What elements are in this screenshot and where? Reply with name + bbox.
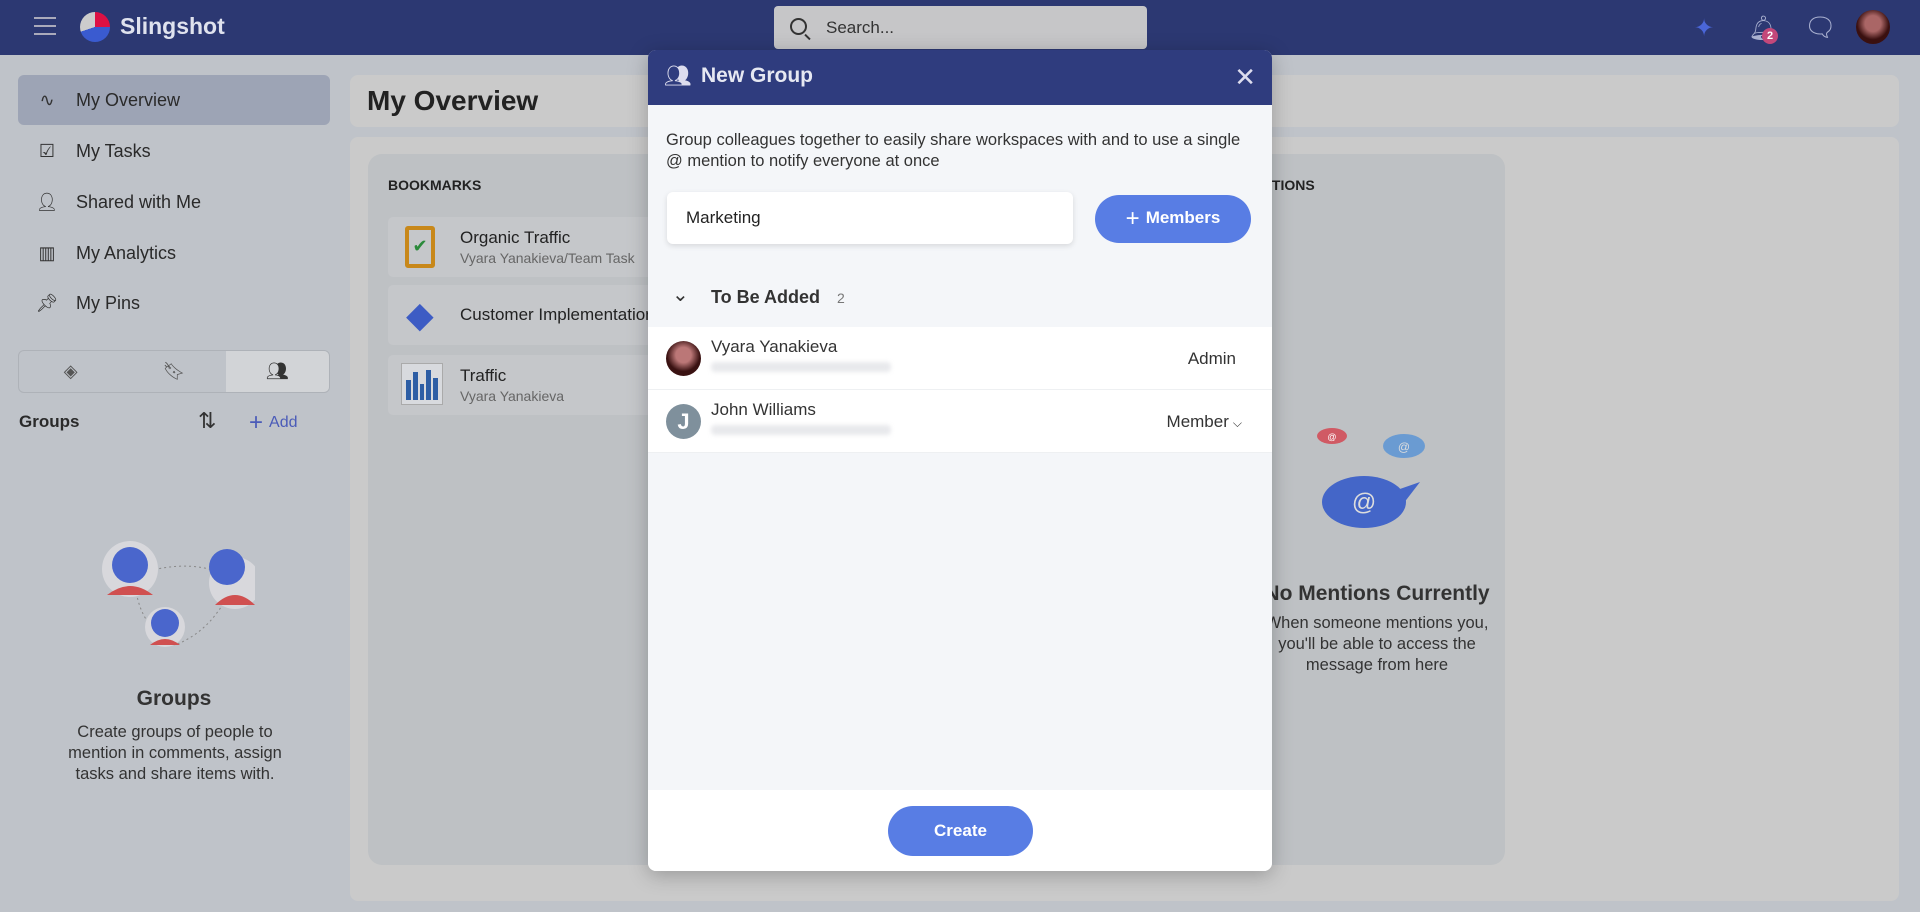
new-group-dialog: 👥︎ New Group ✕ Group colleagues together…	[648, 50, 1272, 871]
chevron-down-icon[interactable]: ⌄	[672, 282, 689, 307]
groups-empty-title: Groups	[136, 687, 212, 710]
users-icon: 👥︎	[664, 63, 692, 88]
to-be-added-section[interactable]: ⌄ To Be Added 2	[648, 270, 1272, 327]
create-button[interactable]: Create	[888, 806, 1033, 856]
chevron-down-icon: ⌵	[1232, 416, 1242, 430]
groups-empty-text: Create groups of people to mention in co…	[68, 723, 282, 783]
member-row: J John Williams Member ⌵	[648, 390, 1272, 453]
add-members-button[interactable]: + Members	[1095, 195, 1251, 243]
user-check-icon: 👤︎	[35, 191, 59, 212]
clipboard-check-icon: ☑	[38, 140, 56, 161]
sidebar-item-my-tasks[interactable]: ☑ My Tasks	[18, 126, 330, 176]
add-label: Add	[269, 414, 298, 431]
search-input[interactable]: Search...	[774, 6, 1147, 49]
section-label: To Be Added	[711, 287, 820, 307]
layers-icon: ◆	[406, 294, 434, 335]
members-label: Members	[1145, 208, 1221, 227]
mentions-heading: ITIONS	[1268, 177, 1315, 193]
user-avatar[interactable]	[1856, 10, 1890, 44]
member-row: Vyara Yanakieva Admin	[648, 327, 1272, 390]
sidebar-item-label: My Analytics	[76, 242, 177, 263]
sidebar-tabs: ◈ 🔖︎ 👥︎	[18, 350, 330, 393]
bookmark-title: Customer Implementation	[460, 305, 655, 324]
member-email-redacted	[711, 425, 891, 435]
svg-text:@: @	[1327, 432, 1336, 442]
sort-icon[interactable]: ⇅	[198, 408, 216, 434]
member-role: Member	[1166, 412, 1229, 431]
mentions-empty-text: When someone mentions you, you'll be abl…	[1265, 614, 1489, 674]
plus-icon: +	[1125, 205, 1140, 232]
pin-icon: 📌︎	[35, 292, 59, 313]
page-title: My Overview	[367, 85, 539, 116]
app-name: Slingshot	[120, 13, 225, 39]
avatar: J	[666, 404, 701, 439]
bookmark-item[interactable]: ◆ Customer Implementation	[388, 285, 688, 345]
section-count: 2	[837, 290, 845, 306]
layers-icon[interactable]: ◈	[19, 351, 122, 392]
search-icon	[790, 18, 807, 35]
bookmark-subtitle: Vyara Yanakieva	[460, 388, 565, 404]
group-name-input[interactable]	[667, 192, 1073, 244]
dialog-footer: Create	[648, 790, 1272, 871]
chat-icon[interactable]: 🗨︎	[1804, 12, 1837, 43]
svg-text:@: @	[1352, 489, 1376, 516]
sidebar-item-my-pins[interactable]: 📌︎ My Pins	[18, 278, 330, 328]
mentions-illustration: @ @ @	[1317, 428, 1425, 528]
bookmark-subtitle: Vyara Yanakieva/Team Task	[460, 250, 635, 266]
member-name: John Williams	[711, 400, 816, 419]
sidebar-item-label: My Pins	[76, 292, 141, 313]
dialog-title: New Group	[701, 64, 814, 87]
search-placeholder: Search...	[826, 18, 895, 37]
pulse-icon: ∿	[39, 89, 55, 110]
add-group-button[interactable]: + Add	[249, 409, 297, 437]
notification-badge: 2	[1762, 28, 1778, 44]
bookmark-title: Traffic	[460, 366, 507, 385]
groups-illustration	[102, 541, 255, 647]
member-role-dropdown[interactable]: Member ⌵	[1167, 412, 1242, 432]
bookmark-title: Organic Traffic	[460, 228, 571, 247]
dialog-description: Group colleagues together to easily shar…	[666, 131, 1241, 170]
bar-chart-icon: ▥	[38, 242, 56, 263]
slingshot-logo	[80, 12, 110, 42]
sidebar-item-my-overview[interactable]: ∿ My Overview	[18, 75, 330, 125]
plus-icon: +	[249, 409, 264, 436]
bookmarks-heading: BOOKMARKS	[388, 177, 482, 193]
sidebar-item-label: Shared with Me	[76, 191, 202, 212]
svg-text:@: @	[1398, 440, 1410, 454]
member-role: Admin	[1187, 349, 1236, 368]
sparkle-icon[interactable]: ✦	[1694, 14, 1714, 43]
users-icon[interactable]: 👥︎	[225, 351, 329, 392]
bookmark-item[interactable]: Traffic Vyara Yanakieva	[388, 355, 688, 415]
close-icon[interactable]: ✕	[1234, 64, 1256, 90]
bookmark-icon[interactable]: 🔖︎	[122, 351, 225, 392]
avatar	[666, 341, 701, 376]
hamburger-icon[interactable]	[34, 17, 56, 35]
bar-chart-icon	[401, 363, 443, 405]
clipboard-icon: ✔	[405, 226, 435, 268]
sidebar-item-shared-with-me[interactable]: 👤︎ Shared with Me	[18, 177, 330, 227]
member-email-redacted	[711, 362, 891, 372]
dialog-header: 👥︎ New Group ✕	[648, 50, 1272, 105]
member-name: Vyara Yanakieva	[711, 337, 838, 356]
groups-label: Groups	[19, 412, 80, 431]
top-bar: Slingshot Search... ✦ 🔔︎ 2 🗨︎	[0, 0, 1920, 55]
sidebar-item-label: My Overview	[76, 89, 181, 110]
mentions-empty-title: No Mentions Currently	[1264, 582, 1490, 605]
sidebar-item-label: My Tasks	[76, 140, 151, 161]
bookmark-item[interactable]: ✔ Organic Traffic Vyara Yanakieva/Team Tas…	[388, 217, 688, 277]
sidebar-item-my-analytics[interactable]: ▥ My Analytics	[18, 228, 330, 278]
